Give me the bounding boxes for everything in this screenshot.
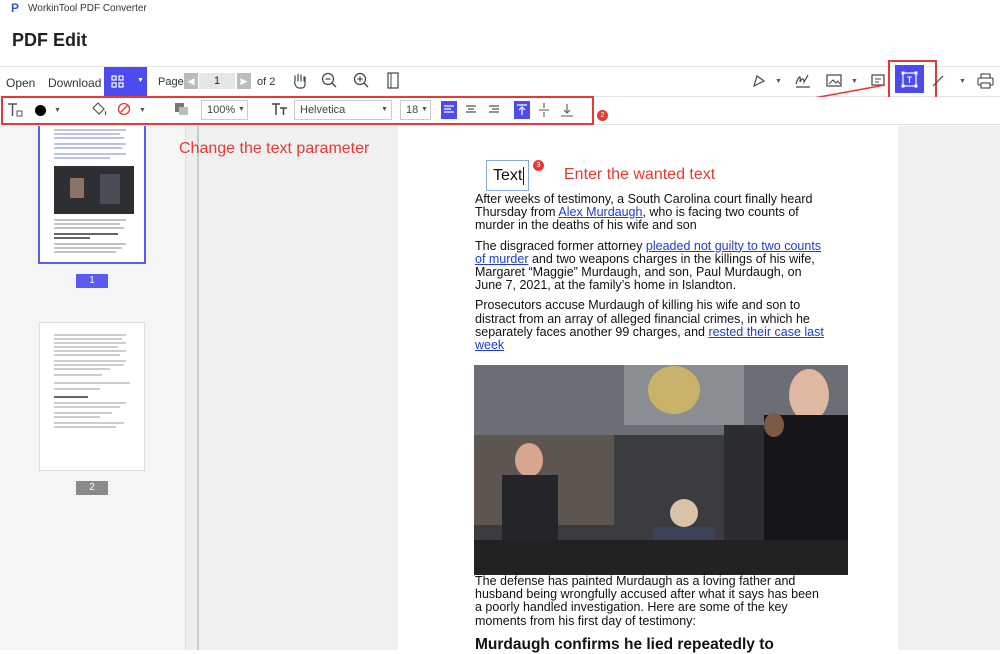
align-left-button[interactable] [441,101,457,119]
chevron-down-icon: ▼ [381,106,388,113]
page-number-input[interactable]: 1 [199,73,235,89]
annotation-enter-text: Enter the wanted text [564,166,716,183]
zoom-in-icon[interactable] [353,72,370,89]
view-grid-button[interactable]: ▼ [104,67,147,96]
chevron-down-icon: ▼ [137,77,144,84]
section-heading: Murdaugh confirms he lied repeatedly to [475,636,774,653]
page-number-badge: 2 [76,481,108,495]
annotation-change-text: Change the text parameter [179,140,370,157]
chevron-down-icon[interactable]: ▼ [959,78,966,85]
prev-page-button[interactable]: ◀ [184,73,198,89]
chevron-down-icon: ▼ [421,106,428,113]
no-fill-icon[interactable] [117,102,131,116]
title-bar: P WorkinTool PDF Converter [0,0,1000,18]
font-size-select[interactable]: 18 ▼ [400,100,431,120]
valign-top-icon [517,104,527,115]
app-title: WorkinTool PDF Converter [28,3,147,14]
font-family-value: Helvetica [300,104,346,116]
courtroom-photo [474,365,848,575]
download-button[interactable]: Download [48,76,101,90]
chevron-down-icon[interactable]: ▼ [139,107,146,114]
text-box[interactable]: Text [486,160,529,191]
page-thumbnail[interactable] [38,126,146,264]
paragraph: The disgraced former attorney pleaded no… [475,238,822,293]
print-icon[interactable] [977,73,994,89]
opacity-value: 100% [207,104,236,116]
opacity-select[interactable]: 100% ▼ [201,100,248,120]
thumbnail-preview [54,334,130,428]
valign-bottom-icon[interactable] [561,103,573,117]
text-style-icon[interactable] [6,101,23,118]
chevron-down-icon: ▼ [238,106,245,113]
align-left-icon [444,105,454,113]
page-thumbnail[interactable] [39,322,145,471]
text-cursor [523,167,524,185]
page-title: PDF Edit [12,30,87,50]
paragraph: Prosecutors accuse Murdaugh of killing h… [475,298,824,353]
valign-top-button[interactable] [514,101,530,119]
opacity-icon [175,103,188,115]
thumbnail-preview [54,129,134,253]
page-number-badge: 1 [76,274,108,288]
app-logo-icon: P [11,1,20,15]
font-size-icon [272,103,287,115]
align-right-icon[interactable] [489,105,499,115]
font-size-value: 18 [406,104,419,116]
grid-icon [111,75,124,88]
zoom-out-icon[interactable] [321,72,338,89]
chevron-down-icon[interactable]: ▼ [54,107,61,114]
article-body-continued: The defense has painted Murdaugh as a lo… [475,574,827,635]
align-center-icon[interactable] [466,105,476,115]
page-total: of 2 [257,76,276,88]
step-badge-2: 2 [597,110,608,121]
fit-page-icon[interactable] [385,72,401,90]
step-badge-3: 3 [533,160,544,171]
link-alex-murdaugh[interactable]: Alex Murdaugh [558,205,642,219]
hand-tool-icon[interactable] [291,72,308,90]
open-button[interactable]: Open [6,76,35,90]
fill-bucket-icon[interactable] [90,100,107,117]
page-label: Page [158,76,184,88]
paragraph: After weeks of testimony, a South Caroli… [475,192,813,233]
font-family-select[interactable]: Helvetica ▼ [294,100,392,120]
article-body: After weeks of testimony, a South Caroli… [475,192,827,359]
valign-middle-icon[interactable] [539,103,549,117]
line-tool-icon[interactable] [930,73,946,89]
sidebar-splitter[interactable] [185,126,200,650]
text-box-icon [901,71,918,88]
next-page-button[interactable]: ▶ [237,73,251,89]
text-box-content: Text [493,167,523,184]
text-color-swatch[interactable] [35,105,46,116]
paragraph: The defense has painted Murdaugh as a lo… [475,574,819,628]
